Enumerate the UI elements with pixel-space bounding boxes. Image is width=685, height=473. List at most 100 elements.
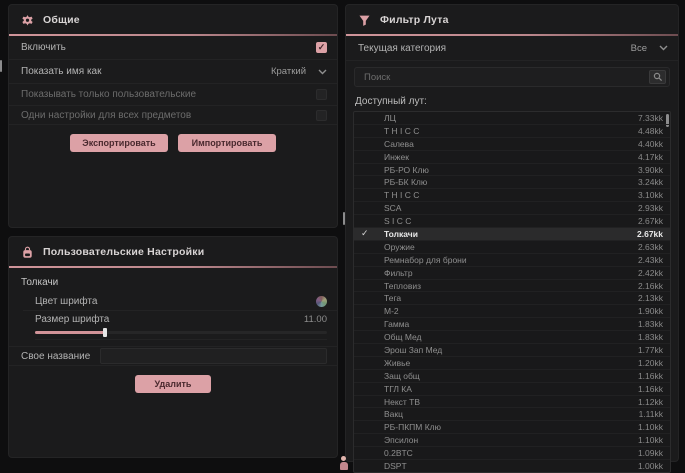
name-mode-value: Краткий — [271, 66, 306, 77]
loot-item-name: Эпсилон — [384, 435, 418, 445]
general-panel-header: Общие — [9, 5, 337, 34]
loot-list-item[interactable]: ✓ Салева 4.40kk — [354, 138, 670, 151]
same-for-all-label: Одни настройки для всех предметов — [21, 110, 191, 121]
selected-check-icon: ✓ — [361, 228, 369, 239]
loot-item-name: Некст ТВ — [384, 397, 420, 407]
loot-list-item[interactable]: ✓ ТГЛ КА 1.16kk — [354, 383, 670, 396]
loot-list-item[interactable]: ✓ DSPT 1.00kk — [354, 460, 670, 472]
delete-button[interactable]: Удалить — [135, 375, 211, 393]
loot-list-item[interactable]: ✓ ЛЦ 7.33kk — [354, 112, 670, 125]
loot-item-name: S I С С — [384, 216, 411, 226]
loot-item-name: SCA — [384, 203, 401, 213]
loot-list-item[interactable]: ✓ Гамма 1.83kk — [354, 318, 670, 331]
name-mode-label: Показать имя как — [21, 66, 101, 77]
loot-item-name: РБ-РО Клю — [384, 165, 429, 175]
loot-list-item[interactable]: ✓ РБ-БК Клю 3.24kk — [354, 176, 670, 189]
font-color-row: Цвет шрифта — [23, 293, 337, 311]
loot-list-item[interactable]: ✓ Толкачи 2.67kk — [354, 228, 670, 241]
loot-list-item[interactable]: ✓ Защ общ 1.16kk — [354, 370, 670, 383]
funnel-icon — [358, 14, 371, 27]
loot-list-item[interactable]: ✓ Оружие 2.63kk — [354, 241, 670, 254]
loot-item-name: Т Н I С С — [384, 126, 419, 136]
loot-list-item[interactable]: ✓ Вакц 1.11kk — [354, 408, 670, 421]
loot-item-value: 1.83kk — [638, 319, 663, 329]
loot-item-value: 1.83kk — [638, 332, 663, 342]
loot-list-item[interactable]: ✓ Ремнабор для брони 2.43kk — [354, 254, 670, 267]
loot-filter-header: Фильтр Лута — [346, 5, 678, 34]
loot-item-value: 1.90kk — [638, 306, 663, 316]
loot-list-item[interactable]: ✓ Фильтр 2.42kk — [354, 267, 670, 280]
mod-config-window: Общие Включить Показать имя как Краткий … — [0, 0, 685, 473]
loot-item-value: 1.20kk — [638, 358, 663, 368]
font-size-row: Размер шрифта 11.00 — [23, 311, 337, 327]
loot-item-name: Оружие — [384, 242, 415, 252]
loot-list-item[interactable]: ✓ Эпсилон 1.10kk — [354, 434, 670, 447]
loot-item-value: 4.48kk — [638, 126, 663, 136]
loot-item-name: Эрош Зап Мед — [384, 345, 442, 355]
loot-item-value: 7.33kk — [638, 113, 663, 123]
loot-item-value: 1.12kk — [638, 397, 663, 407]
name-mode-select[interactable]: Краткий — [271, 66, 327, 77]
column-scrollbar-thumb[interactable] — [343, 212, 345, 225]
search-button[interactable] — [649, 70, 666, 84]
loot-item-value: 1.11kk — [639, 409, 663, 419]
loot-list: ✓ ЛЦ 7.33kk ✓ Т Н I С С 4.48kk ✓ Салева … — [353, 111, 671, 473]
only-custom-label: Показывать только пользовательские — [21, 89, 196, 100]
import-button[interactable]: Импортировать — [178, 134, 276, 152]
grip-body — [340, 462, 348, 470]
loot-item-value: 1.00kk — [638, 461, 663, 471]
loot-item-name: Тега — [384, 293, 401, 303]
slider-handle[interactable] — [103, 328, 107, 337]
loot-item-name: Общ Мед — [384, 332, 422, 342]
search-input[interactable] — [362, 71, 649, 84]
loot-item-value: 1.10kk — [638, 435, 663, 445]
loot-list-item[interactable]: ✓ РБ-ПКПМ Клю 1.10kk — [354, 421, 670, 434]
enable-checkbox[interactable] — [316, 42, 327, 53]
category-select[interactable]: Все — [631, 43, 668, 54]
user-settings-header: Пользовательские Настройки — [9, 237, 337, 266]
category-label: Текущая категория — [358, 43, 446, 54]
loot-list-item[interactable]: ✓ Инжек 4.17kk — [354, 151, 670, 164]
loot-item-name: ЛЦ — [384, 113, 396, 123]
loot-item-name: Гамма — [384, 319, 409, 329]
loot-item-value: 2.67kk — [637, 229, 663, 239]
loot-list-item[interactable]: ✓ 0.2BTC 1.09kk — [354, 447, 670, 460]
loot-list-item[interactable]: ✓ Тепловиз 2.16kk — [354, 280, 670, 293]
font-size-slider[interactable] — [35, 327, 327, 340]
loot-list-item[interactable]: ✓ S I С С 2.67kk — [354, 215, 670, 228]
font-size-value: 11.00 — [304, 314, 327, 325]
loot-item-name: Толкачи — [384, 229, 418, 239]
loot-list-item[interactable]: ✓ Общ Мед 1.83kk — [354, 331, 670, 344]
same-for-all-checkbox[interactable] — [316, 110, 327, 121]
loot-list-item[interactable]: ✓ М-2 1.90kk — [354, 305, 670, 318]
font-size-slider-fill — [35, 331, 105, 334]
color-picker-icon[interactable] — [316, 296, 327, 307]
left-edge-scrollbar-thumb[interactable] — [0, 60, 2, 72]
loot-list-item[interactable]: ✓ SCA 2.93kk — [354, 202, 670, 215]
loot-list-item[interactable]: ✓ Эрош Зап Мед 1.77kk — [354, 344, 670, 357]
same-for-all-row: Одни настройки для всех предметов — [9, 106, 337, 125]
search-icon — [653, 72, 663, 82]
loot-item-value: 1.10kk — [638, 422, 663, 432]
loot-item-value: 2.43kk — [638, 255, 663, 265]
backpack-icon — [21, 246, 34, 259]
loot-item-value: 1.16kk — [638, 371, 663, 381]
loot-list-item[interactable]: ✓ Т Н I С С 4.48kk — [354, 125, 670, 138]
custom-name-input[interactable] — [100, 348, 327, 364]
enable-label: Включить — [21, 42, 66, 53]
enable-row: Включить — [9, 36, 337, 60]
loot-list-item[interactable]: ✓ Некст ТВ 1.12kk — [354, 396, 670, 409]
delete-row: Удалить — [9, 375, 337, 393]
search-bar — [354, 67, 670, 87]
loot-list-item[interactable]: ✓ Тега 2.13kk — [354, 292, 670, 305]
loot-item-name: Фильтр — [384, 268, 413, 278]
font-color-label: Цвет шрифта — [35, 296, 97, 307]
loot-item-value: 3.90kk — [638, 165, 663, 175]
loot-list-item[interactable]: ✓ Т Н I С С 3.10kk — [354, 189, 670, 202]
only-custom-checkbox[interactable] — [316, 89, 327, 100]
loot-list-item[interactable]: ✓ Живье 1.20kk — [354, 357, 670, 370]
drag-handle-icon[interactable] — [339, 456, 348, 471]
loot-list-item[interactable]: ✓ РБ-РО Клю 3.90kk — [354, 164, 670, 177]
export-button[interactable]: Экспортировать — [70, 134, 168, 152]
loot-filter-panel: Фильтр Лута Текущая категория Все — [345, 4, 679, 462]
